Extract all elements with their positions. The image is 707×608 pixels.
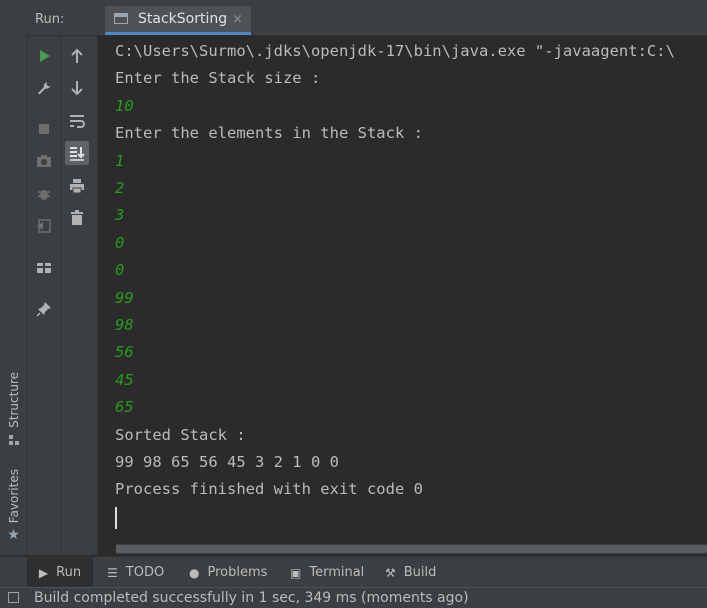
run-toolbar-secondary xyxy=(61,36,98,555)
tab-build[interactable]: ⚒ Build xyxy=(385,557,436,588)
structure-label: Structure xyxy=(6,372,21,428)
console-input-line: 10 xyxy=(115,96,134,115)
tab-run[interactable]: ▶ Run xyxy=(27,557,93,588)
tab-todo-label: TODO xyxy=(125,565,165,580)
favorites-label: Favorites xyxy=(6,469,21,524)
tab-terminal-label: Terminal xyxy=(309,565,365,580)
console-output-line: Enter the elements in the Stack : xyxy=(115,124,423,143)
tab-problems[interactable]: ● Problems xyxy=(189,557,267,588)
tab-label: StackSorting xyxy=(138,11,228,27)
tab-run-label: Run xyxy=(56,565,82,580)
favorites-tab[interactable]: Favorites ★ xyxy=(0,469,27,543)
list-icon: ☰ xyxy=(107,565,118,580)
console-input-line: 98 xyxy=(115,316,134,334)
console-output[interactable]: C:\Users\Surmo\.jdks\openjdk-17\bin\java… xyxy=(98,36,707,544)
tab-stacksorting[interactable]: StackSorting × xyxy=(105,6,251,35)
run-toolbar-primary xyxy=(28,36,61,555)
console-input-line: 0 xyxy=(115,261,125,280)
camera-icon[interactable] xyxy=(32,149,56,173)
down-arrow-icon[interactable] xyxy=(65,76,89,100)
debug-bug-icon[interactable] xyxy=(32,182,56,206)
run-tool-window-header: Run: StackSorting × xyxy=(27,6,707,36)
console-input-line: 56 xyxy=(115,343,134,362)
console-input-line: 3 xyxy=(115,206,125,225)
layout-icon[interactable] xyxy=(32,256,56,280)
console-output-line: Sorted Stack : xyxy=(115,425,246,444)
structure-icon xyxy=(8,434,19,445)
exit-icon[interactable] xyxy=(32,214,56,238)
rerun-icon[interactable] xyxy=(32,44,56,68)
scroll-to-end-icon[interactable] xyxy=(65,141,89,165)
trash-icon[interactable] xyxy=(65,206,89,230)
structure-tab[interactable]: Structure xyxy=(0,372,27,447)
bottom-tool-tabs: ▶ Run ☰ TODO ● Problems ▣ Terminal ⚒ Bui… xyxy=(0,556,707,588)
scrollbar-thumb[interactable] xyxy=(116,545,707,553)
print-icon[interactable] xyxy=(65,174,89,198)
text-caret xyxy=(115,507,117,529)
console-input-line: 99 xyxy=(115,288,134,307)
console-input-line: 0 xyxy=(115,233,125,252)
stop-icon[interactable] xyxy=(32,117,56,141)
wrench-icon[interactable] xyxy=(32,76,56,100)
terminal-icon: ▣ xyxy=(290,565,302,580)
up-arrow-icon[interactable] xyxy=(65,44,89,68)
status-bar: Build completed successfully in 1 sec, 3… xyxy=(0,587,707,608)
run-label: Run: xyxy=(35,12,65,27)
pin-icon[interactable] xyxy=(32,297,56,321)
tab-todo[interactable]: ☰ TODO xyxy=(107,557,164,588)
console-output-line: C:\Users\Surmo\.jdks\openjdk-17\bin\java… xyxy=(115,42,675,60)
left-tool-window-bar: Structure Favorites ★ xyxy=(0,6,28,555)
tab-terminal[interactable]: ▣ Terminal xyxy=(290,557,364,588)
star-icon: ★ xyxy=(7,527,20,544)
soft-wrap-icon[interactable] xyxy=(65,109,89,133)
console-input-line: 2 xyxy=(115,179,125,197)
hammer-icon: ⚒ xyxy=(385,565,396,580)
horizontal-scrollbar[interactable] xyxy=(116,544,707,554)
console-input-line: 1 xyxy=(115,151,125,170)
tab-build-label: Build xyxy=(403,565,437,580)
console-input-line: 45 xyxy=(115,370,134,389)
console-output-line: Enter the Stack size : xyxy=(115,69,321,88)
console-output-line: 99 98 65 56 45 3 2 1 0 0 xyxy=(115,453,339,471)
play-icon: ▶ xyxy=(38,565,49,580)
console-output-line: Process finished with exit code 0 xyxy=(115,480,423,499)
console-icon xyxy=(114,13,128,24)
tab-problems-label: Problems xyxy=(207,565,268,580)
status-window-icon[interactable] xyxy=(8,592,19,603)
console-input-line: 65 xyxy=(115,398,134,417)
problems-icon: ● xyxy=(189,565,200,580)
close-icon[interactable]: × xyxy=(232,12,243,27)
status-message: Build completed successfully in 1 sec, 3… xyxy=(34,590,469,606)
